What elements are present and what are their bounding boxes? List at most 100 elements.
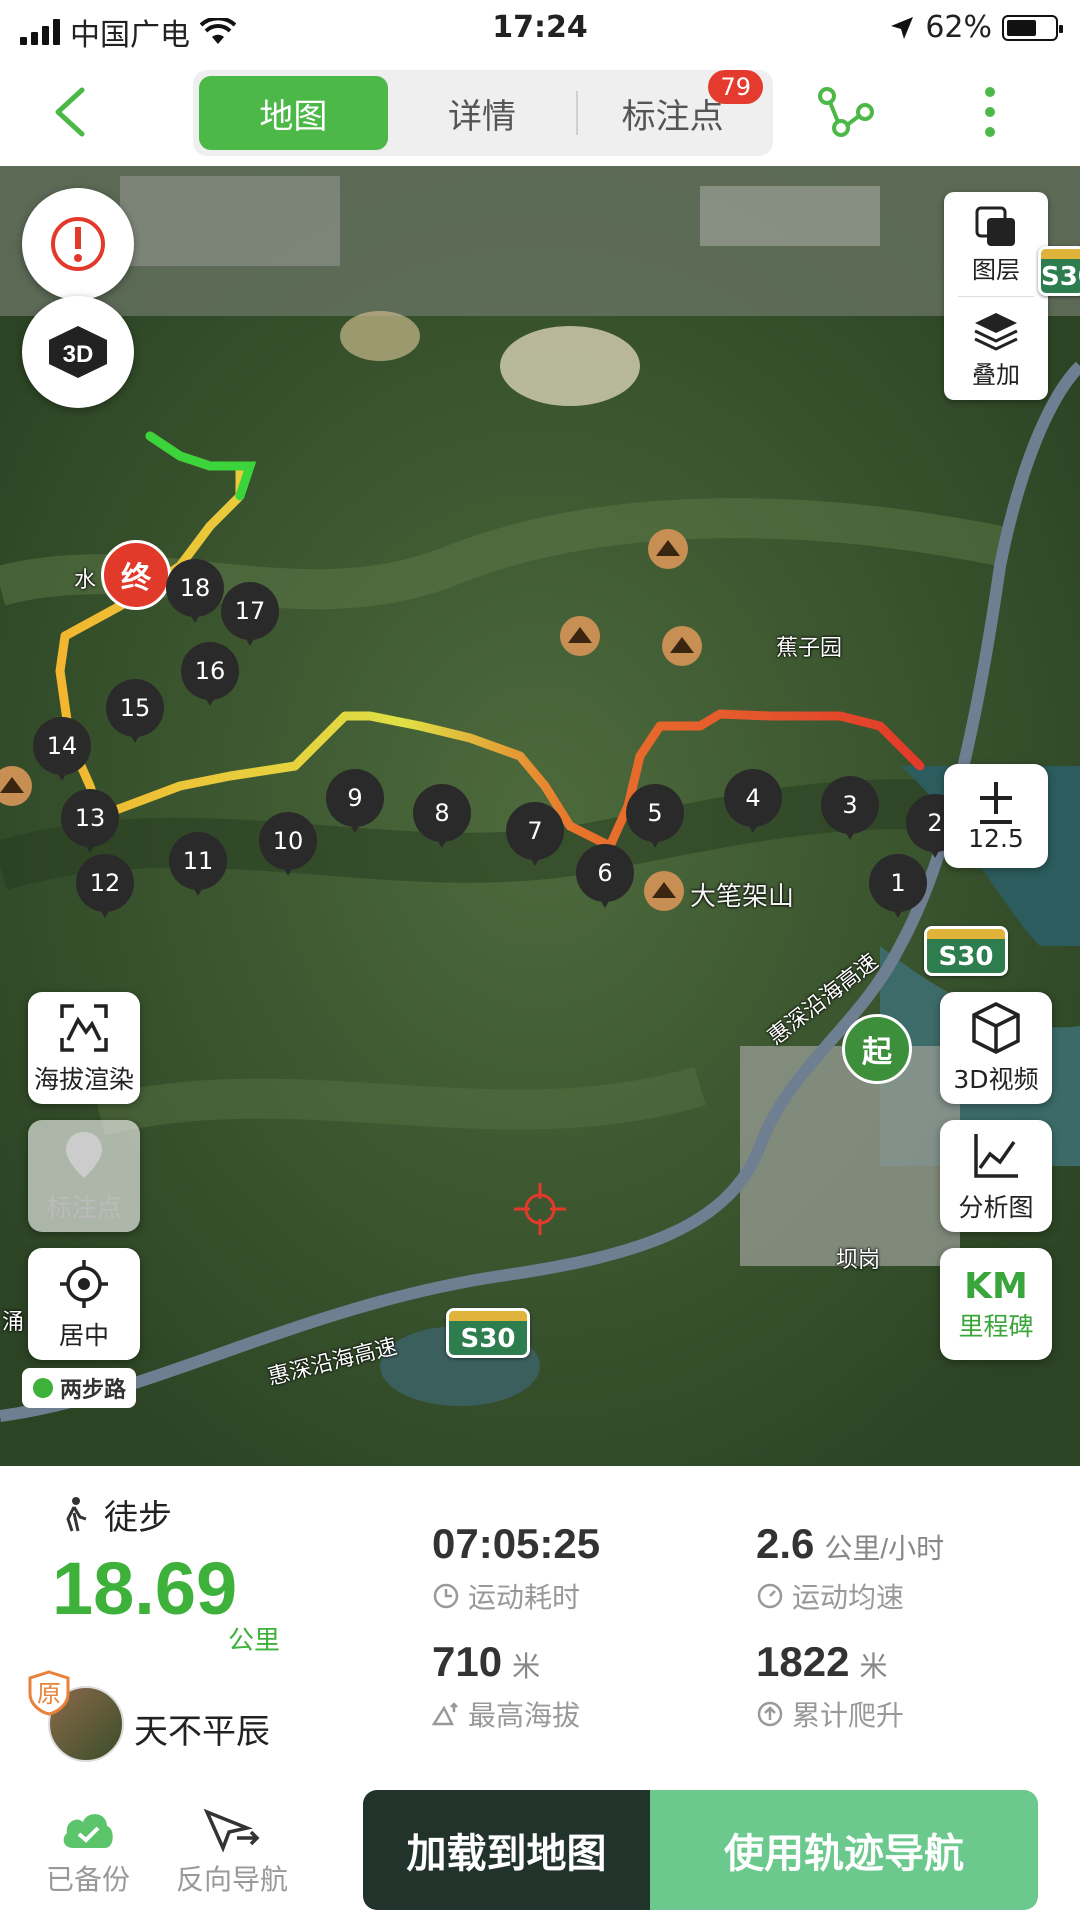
waypoint-pin[interactable]: 5 — [626, 784, 684, 848]
track-summary: 徒步 18.69 公里 原 天不平辰 07:05:25 运动耗时 2.6 公里/小… — [0, 1466, 1080, 1790]
reverse-navigation-button[interactable]: 反向导航 — [176, 1804, 288, 1898]
overlay-button[interactable]: 叠加 — [944, 297, 1048, 401]
waypoint-number: 7 — [506, 802, 564, 866]
end-marker[interactable]: 终 — [101, 540, 171, 610]
avg-speed: 2.6 公里/小时 — [756, 1520, 945, 1567]
highway-shield-lower: S30 — [446, 1308, 530, 1358]
waypoint-pin[interactable]: 17 — [221, 582, 279, 646]
analysis-chart-button[interactable]: 分析图 — [940, 1120, 1052, 1232]
footprint-pin-icon — [66, 1132, 102, 1178]
waypoint-number: 16 — [181, 642, 239, 706]
3d-video-button[interactable]: 3D视频 — [940, 992, 1052, 1104]
altitude-render-icon — [60, 1004, 108, 1052]
town-label: 坝岗 — [836, 1248, 881, 1273]
waypoint-pin[interactable]: 4 — [724, 769, 782, 833]
hiking-icon — [66, 1496, 87, 1531]
battery-icon — [1002, 14, 1063, 41]
waypoint-pin[interactable]: 1 — [869, 854, 927, 918]
route-share-icon[interactable] — [815, 82, 875, 142]
3d-cube-icon: 3D — [49, 326, 107, 378]
line-chart-icon — [974, 1134, 1018, 1178]
top-navigation: 地图 详情 标注点 79 — [0, 60, 1080, 166]
status-right: 62% — [889, 10, 1063, 45]
cube-icon — [972, 1002, 1020, 1054]
track-navigation-button[interactable]: 使用轨迹导航 — [650, 1790, 1038, 1910]
username[interactable]: 天不平辰 — [134, 1704, 270, 1753]
waypoint-pin[interactable]: 15 — [106, 679, 164, 743]
waypoint-number: 12 — [76, 854, 134, 918]
view-segmented-control: 地图 详情 标注点 79 — [193, 70, 773, 156]
more-menu-icon[interactable] — [978, 82, 1002, 142]
waypoint-pin[interactable]: 18 — [166, 559, 224, 623]
activity-type: 徒步 — [60, 1490, 172, 1539]
waypoint-pin[interactable]: 9 — [326, 769, 384, 833]
waypoint-number: 15 — [106, 679, 164, 743]
map-view[interactable]: 3D 图层 叠加 S30 蕉子园 大笔架山 坝岗 惠深沿海高速 惠深沿海高速 水… — [0, 166, 1080, 1466]
tab-markers[interactable]: 标注点 79 — [578, 70, 767, 150]
highway-shield-right: S30 — [924, 926, 1008, 976]
waypoint-number: 1 — [869, 854, 927, 918]
waypoint-pin[interactable]: 7 — [506, 802, 564, 866]
milestone-button[interactable]: KM 里程碑 — [940, 1248, 1052, 1360]
waypoint-number: 17 — [221, 582, 279, 646]
svg-text:原: 原 — [37, 1680, 61, 1708]
status-bar: 中国广电 17:24 62% — [0, 0, 1080, 60]
zoom-control[interactable]: 12.5 — [944, 764, 1048, 868]
waypoint-pin[interactable]: 12 — [76, 854, 134, 918]
water-label: 水 — [74, 568, 97, 593]
center-location-button[interactable]: 居中 — [28, 1248, 140, 1360]
waypoint-pin[interactable]: 16 — [181, 642, 239, 706]
3d-mode-button[interactable]: 3D — [22, 296, 134, 408]
svg-text:3D: 3D — [63, 341, 94, 368]
waypoint-number: 6 — [576, 844, 634, 908]
bottom-action-bar: 已备份 反向导航 加载到地图 使用轨迹导航 — [0, 1790, 1080, 1920]
layer-panel: 图层 叠加 — [944, 192, 1048, 400]
max-altitude: 710 米 — [432, 1638, 541, 1685]
waypoint-number: 11 — [169, 832, 227, 896]
highway-shield-top: S30 — [1038, 246, 1080, 296]
waypoint-number: 10 — [259, 812, 317, 876]
edge-label: 涌 — [2, 1310, 25, 1335]
waypoint-number: 3 — [821, 776, 879, 840]
brand-icon — [33, 1378, 53, 1398]
layer-button[interactable]: 图层 — [944, 192, 1048, 296]
waypoint-number: 8 — [413, 784, 471, 848]
mountain-up-icon — [432, 1702, 458, 1726]
waypoint-pin[interactable]: 6 — [576, 844, 634, 908]
village-label: 蕉子园 — [776, 636, 843, 661]
alert-button[interactable] — [22, 188, 134, 300]
marker-toggle-button[interactable]: 标注点 — [28, 1120, 140, 1232]
zoom-plus-icon — [980, 781, 1012, 824]
avg-speed-label: 运动均速 — [756, 1576, 904, 1616]
duration-label: 运动耗时 — [432, 1576, 580, 1616]
original-badge-icon: 原 — [28, 1670, 70, 1716]
speedometer-icon — [757, 1583, 783, 1609]
layers-icon — [975, 206, 1015, 246]
waypoint-pin[interactable]: 13 — [61, 789, 119, 853]
clock-icon — [433, 1583, 459, 1609]
tab-details[interactable]: 详情 — [388, 76, 577, 150]
climb-icon — [757, 1701, 783, 1727]
distance-unit: 公里 — [228, 1626, 281, 1656]
backup-status-button[interactable]: 已备份 — [46, 1804, 130, 1898]
location-arrow-icon — [891, 16, 914, 39]
battery-percent: 62% — [925, 10, 992, 45]
waypoint-pin[interactable]: 8 — [413, 784, 471, 848]
waypoint-pin[interactable]: 11 — [169, 832, 227, 896]
reverse-nav-icon — [203, 1808, 260, 1853]
waypoint-pin[interactable]: 10 — [259, 812, 317, 876]
back-arrow-icon[interactable] — [44, 82, 104, 142]
km-text: KM — [964, 1265, 1028, 1307]
alert-icon — [51, 217, 105, 271]
waypoint-number: 13 — [61, 789, 119, 853]
waypoint-pin[interactable]: 14 — [33, 717, 91, 781]
altitude-render-button[interactable]: 海拔渲染 — [28, 992, 140, 1104]
duration-value: 07:05:25 — [432, 1520, 601, 1567]
load-to-map-button[interactable]: 加载到地图 — [363, 1790, 650, 1910]
start-marker[interactable]: 起 — [842, 1014, 912, 1084]
waypoint-number: 9 — [326, 769, 384, 833]
waypoint-pin[interactable]: 3 — [821, 776, 879, 840]
waypoint-number: 5 — [626, 784, 684, 848]
cloud-check-icon — [63, 1814, 113, 1848]
tab-map[interactable]: 地图 — [199, 76, 388, 150]
